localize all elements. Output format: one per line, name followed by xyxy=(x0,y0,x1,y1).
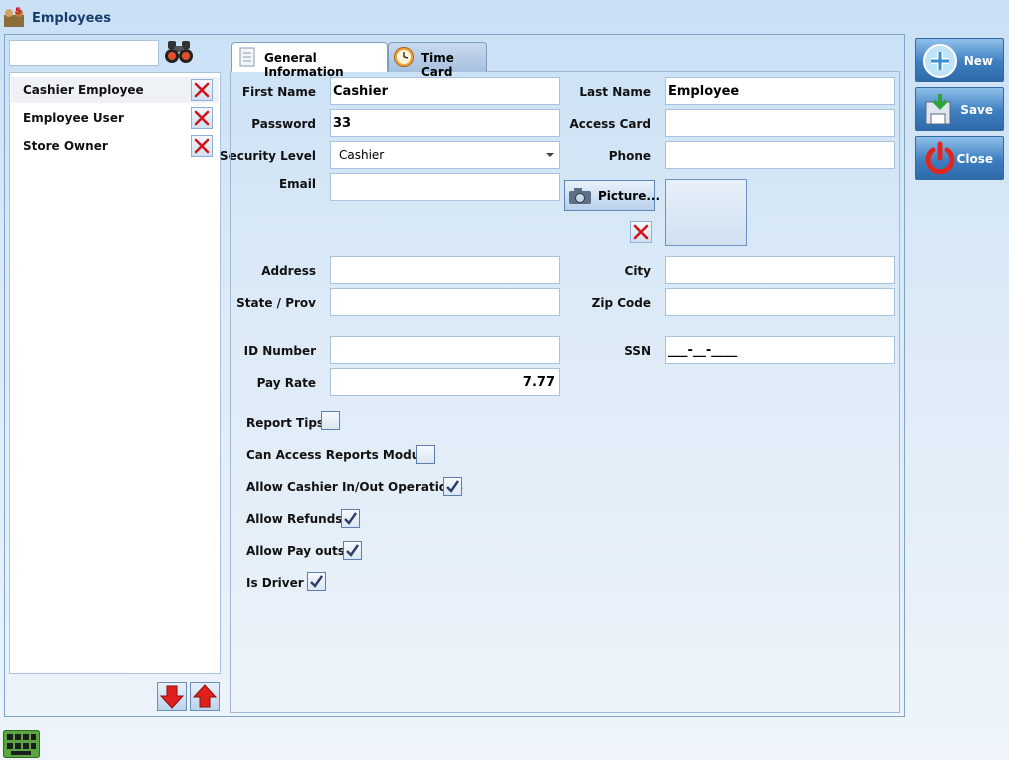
clock-icon xyxy=(394,47,414,67)
general-information-panel xyxy=(230,71,900,713)
new-button[interactable]: New xyxy=(915,38,1004,82)
tab-time-card[interactable]: Time Card xyxy=(388,42,487,79)
keyboard-icon[interactable] xyxy=(3,730,40,758)
window-title: Employees xyxy=(32,11,111,26)
save-button-label: Save xyxy=(960,103,993,117)
search-input[interactable] xyxy=(9,40,159,66)
move-down-button[interactable] xyxy=(157,682,187,711)
app-logo-icon: 5 xyxy=(4,7,24,27)
list-item-employee[interactable]: Cashier Employee xyxy=(11,77,219,103)
tab-general-information[interactable]: General Information xyxy=(231,42,388,79)
binoculars-search-icon[interactable] xyxy=(163,38,195,66)
tab-label: Time Card xyxy=(421,51,454,79)
employee-name: Employee User xyxy=(23,111,124,125)
arrow-down-icon xyxy=(159,685,185,709)
tab-label: General Information xyxy=(264,51,344,79)
new-button-label: New xyxy=(963,54,993,68)
plus-icon xyxy=(923,44,957,78)
document-icon xyxy=(239,47,255,67)
list-item-employee[interactable]: Store Owner xyxy=(11,133,219,159)
arrow-up-icon xyxy=(192,684,218,708)
employee-name: Cashier Employee xyxy=(23,83,144,97)
svg-text:5: 5 xyxy=(15,7,21,17)
list-item-employee[interactable]: Employee User xyxy=(11,105,219,131)
title-bar: 5 Employees xyxy=(0,0,1009,34)
save-disk-icon xyxy=(925,94,951,125)
employee-name: Store Owner xyxy=(23,139,108,153)
employee-list: Cashier Employee Employee User Store Own… xyxy=(9,72,221,674)
save-button[interactable]: Save xyxy=(915,87,1004,131)
close-button-label: Close xyxy=(956,152,993,166)
move-up-button[interactable] xyxy=(190,682,220,711)
close-button[interactable]: Close xyxy=(915,136,1004,180)
power-icon xyxy=(925,141,955,175)
